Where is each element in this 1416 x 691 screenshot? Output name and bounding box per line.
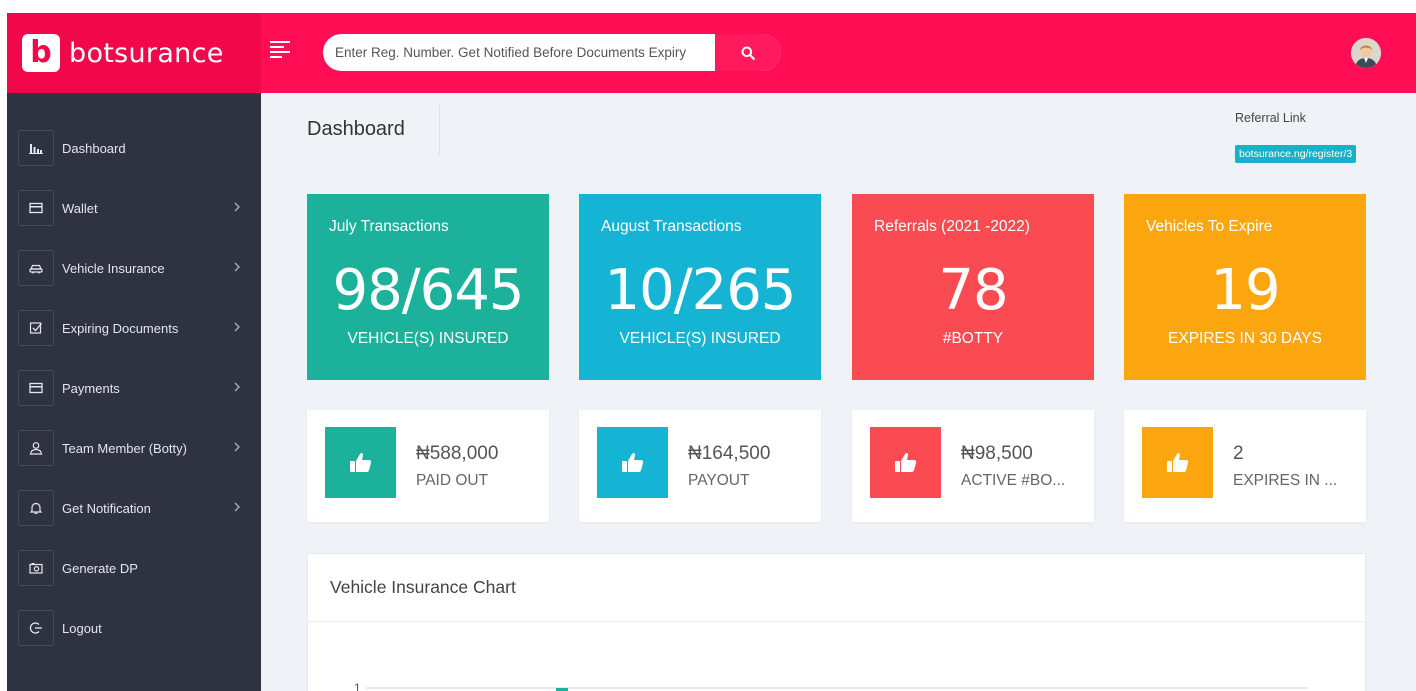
mini-amount: ₦98,500 [961, 443, 1033, 464]
referral-label: Referral Link [1235, 111, 1306, 125]
chevron-right-icon [234, 502, 240, 512]
mini-label: EXPIRES IN ... [1233, 472, 1338, 489]
sidebar-item-label: Vehicle Insurance [62, 260, 165, 276]
vehicle-insurance-chart: 1 [354, 681, 1308, 691]
sidebar-item-label: Logout [62, 620, 102, 636]
stat-caption: #BOTTY [942, 330, 1004, 347]
page-title: Dashboard [307, 118, 405, 140]
stat-value: 98/645 [332, 258, 524, 323]
stat-caption: VEHICLE(S) INSURED [347, 330, 509, 347]
stat-value: 78 [938, 258, 1008, 323]
user-avatar[interactable] [1351, 38, 1381, 68]
stat-card-july-transactions: July Transactions 98/645 VEHICLE(S) INSU… [307, 194, 549, 380]
mini-label: PAID OUT [416, 472, 489, 489]
chevron-right-icon [234, 382, 240, 392]
stat-value: 10/265 [604, 258, 796, 323]
user-icon [18, 430, 54, 466]
checkbox-icon [18, 310, 54, 346]
mini-label: PAYOUT [688, 472, 750, 489]
y-tick-label: 1 [354, 681, 361, 691]
thumbs-up-icon [597, 427, 668, 498]
sidebar-item-logout[interactable]: Logout [7, 598, 261, 658]
mini-amount: ₦588,000 [416, 443, 499, 464]
mini-card-payout: ₦164,500 PAYOUT [579, 410, 821, 522]
mini-card-expires-in: 2 EXPIRES IN ... [1124, 410, 1366, 522]
brand-logo: b [22, 34, 60, 72]
stat-card-vehicles-to-expire: Vehicles To Expire 19 EXPIRES IN 30 DAYS [1124, 194, 1366, 380]
stat-title: Vehicles To Expire [1146, 218, 1273, 235]
card-icon [18, 370, 54, 406]
camera-icon [18, 550, 54, 586]
chevron-right-icon [234, 202, 240, 212]
sidebar-item-vehicle-insurance[interactable]: Vehicle Insurance [7, 238, 261, 298]
sidebar-item-label: Expiring Documents [62, 320, 179, 336]
search-icon [741, 46, 755, 60]
title-divider [439, 105, 440, 155]
main-content: Dashboard Referral Link botsurance.ng/re… [261, 93, 1416, 691]
stat-caption: EXPIRES IN 30 DAYS [1168, 330, 1322, 347]
avatar-icon [1351, 38, 1381, 68]
chevron-right-icon [234, 262, 240, 272]
sidebar-item-label: Generate DP [62, 560, 138, 576]
stat-title: Referrals (2021 -2022) [874, 218, 1030, 235]
referral-link[interactable]: botsurance.ng/register/3 [1235, 145, 1357, 163]
sidebar-item-label: Team Member (Botty) [62, 440, 187, 456]
top-bar: b botsurance [7, 13, 1416, 93]
sidebar-item-label: Payments [62, 380, 120, 396]
chevron-right-icon [234, 322, 240, 332]
bar-chart-icon [18, 130, 54, 166]
sidebar-item-payments[interactable]: Payments [7, 358, 261, 418]
sidebar-item-label: Wallet [62, 200, 98, 216]
search-input[interactable] [323, 34, 715, 71]
sidebar-item-label: Get Notification [62, 500, 151, 516]
thumbs-up-icon [1142, 427, 1213, 498]
sidebar-item-label: Dashboard [62, 140, 126, 156]
bell-icon [18, 490, 54, 526]
card-icon [18, 190, 54, 226]
logout-icon [18, 610, 54, 646]
stat-card-referrals: Referrals (2021 -2022) 78 #BOTTY [852, 194, 1094, 380]
mini-label: ACTIVE #BO... [961, 472, 1066, 489]
mini-amount: 2 [1233, 443, 1244, 464]
sidebar-item-generate-dp[interactable]: Generate DP [7, 538, 261, 598]
thumbs-up-icon [325, 427, 396, 498]
sidebar-item-expiring-documents[interactable]: Expiring Documents [7, 298, 261, 358]
stat-title: July Transactions [329, 218, 449, 235]
stat-card-august-transactions: August Transactions 10/265 VEHICLE(S) IN… [579, 194, 821, 380]
stat-value: 19 [1210, 258, 1280, 323]
sidebar: Dashboard Wallet Vehicle Insurance Expir… [7, 93, 261, 691]
chevron-right-icon [234, 442, 240, 452]
app-window: b botsurance Enter Reg. Number. Get Noti… [7, 13, 1416, 691]
mini-card-active-botty: ₦98,500 ACTIVE #BO... [852, 410, 1094, 522]
mini-card-paid-out: ₦588,000 PAID OUT [307, 410, 549, 522]
brand[interactable]: b botsurance [7, 13, 261, 93]
thumbs-up-icon [870, 427, 941, 498]
sidebar-item-get-notification[interactable]: Get Notification [7, 478, 261, 538]
mini-amount: ₦164,500 [688, 443, 771, 464]
menu-toggle-icon[interactable] [270, 41, 290, 58]
chart-title: Vehicle Insurance Chart [330, 577, 516, 597]
brand-name: botsurance [69, 37, 224, 69]
car-icon [18, 250, 54, 286]
sidebar-item-dashboard[interactable]: Dashboard [7, 118, 261, 178]
stat-title: August Transactions [601, 218, 742, 235]
stat-caption: VEHICLE(S) INSURED [619, 330, 781, 347]
chart-card: Vehicle Insurance Chart 1 [307, 553, 1366, 691]
search-bar [323, 34, 781, 71]
sidebar-item-team-member[interactable]: Team Member (Botty) [7, 418, 261, 478]
search-button[interactable] [715, 34, 781, 71]
sidebar-item-wallet[interactable]: Wallet [7, 178, 261, 238]
